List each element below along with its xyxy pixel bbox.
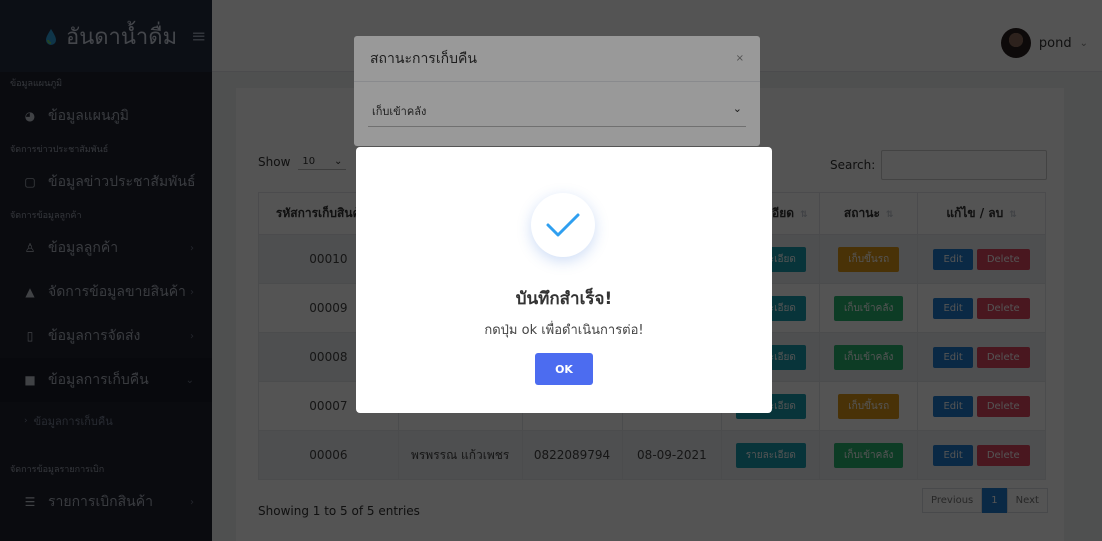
alert-title: บันทึกสำเร็จ! (515, 289, 613, 309)
success-check-icon (531, 193, 595, 257)
success-alert: บันทึกสำเร็จ! กดปุ่ม ok เพื่อดำเนินการต่… (356, 147, 772, 413)
ok-button[interactable]: OK (535, 353, 593, 385)
alert-message: กดปุ่ม ok เพื่อดำเนินการต่อ! (484, 323, 644, 338)
